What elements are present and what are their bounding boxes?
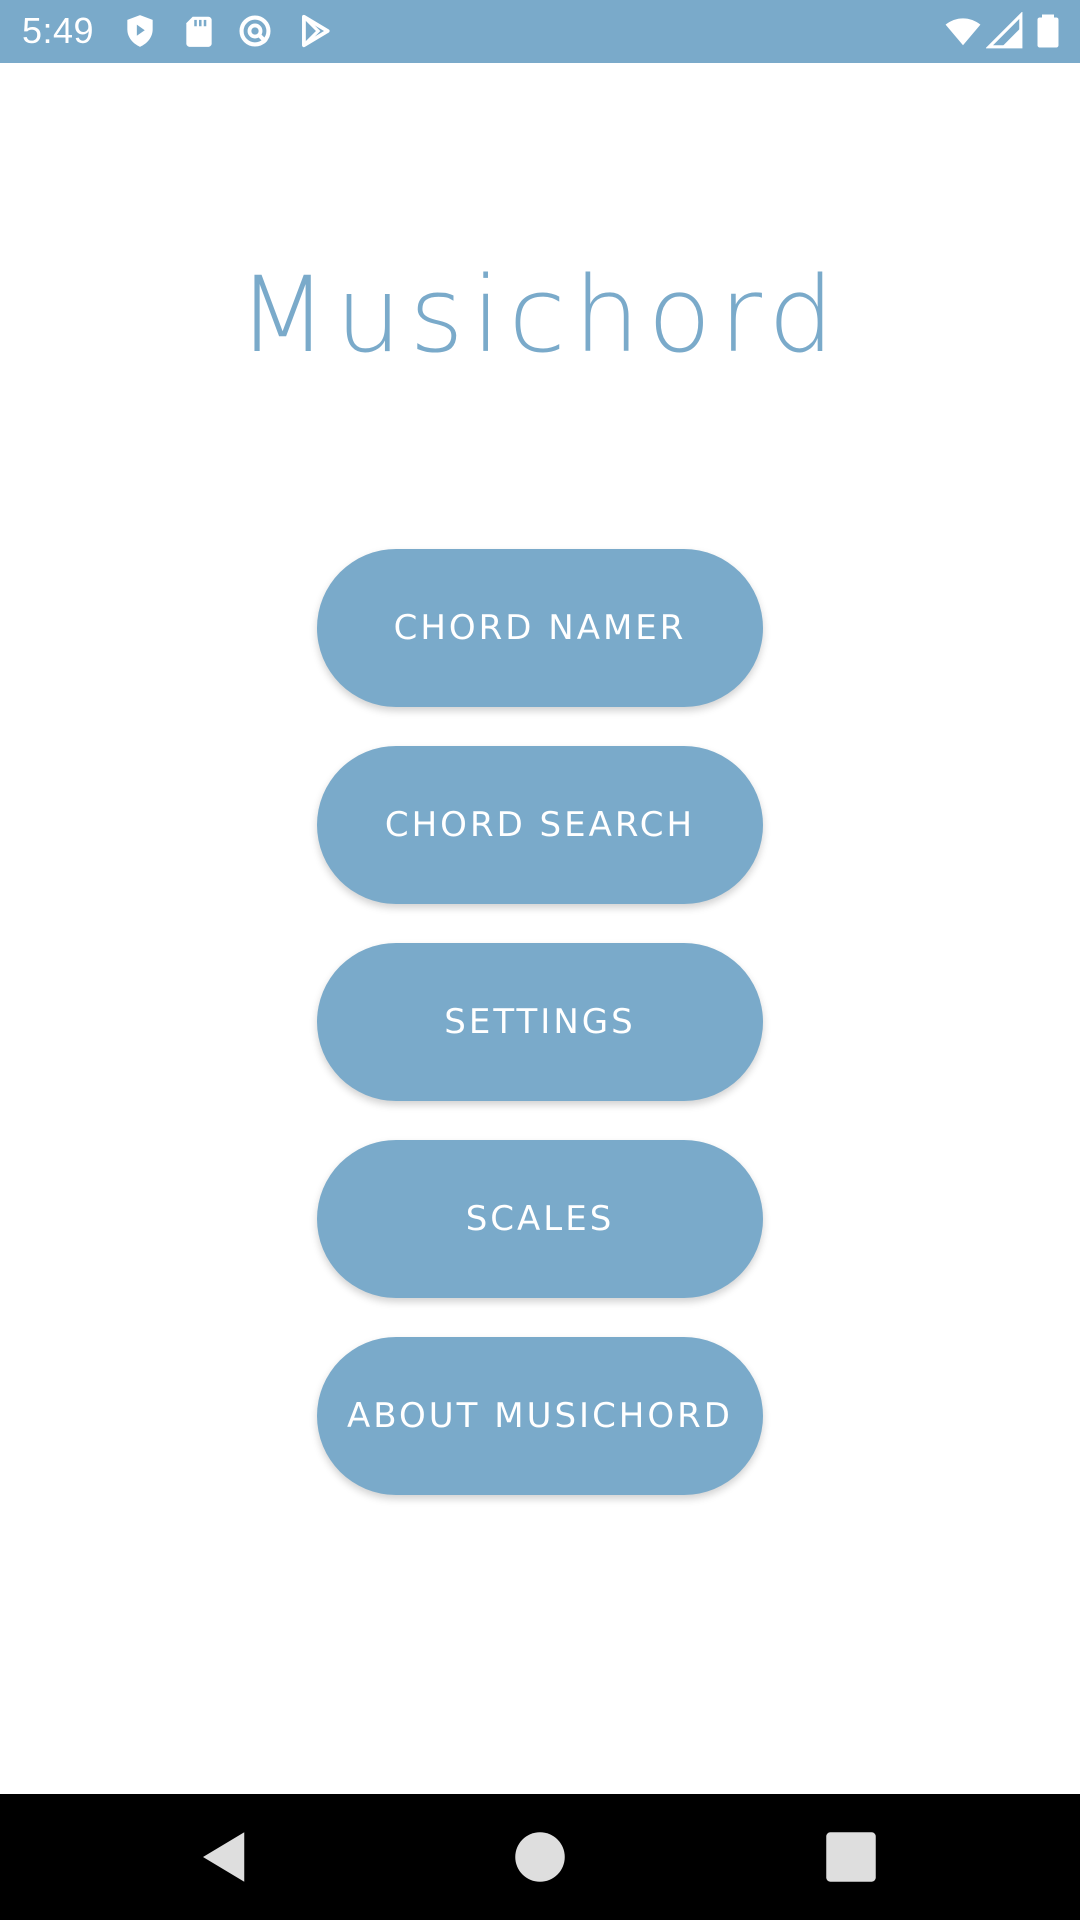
scales-button[interactable]: SCALES [317,1140,763,1298]
status-bar: 5:49 [0,0,1080,63]
navigation-bar [0,1794,1080,1920]
about-musichord-button[interactable]: ABOUT MUSICHORD [317,1337,763,1495]
shield-icon [121,12,159,50]
play-store-icon [296,12,334,50]
main-menu: CHORD NAMER CHORD SEARCH SETTINGS SCALES… [317,549,763,1534]
chord-namer-button[interactable]: CHORD NAMER [317,549,763,707]
app-title: Musichord [237,254,843,376]
home-icon[interactable] [507,1824,573,1890]
recents-icon[interactable] [818,1824,884,1890]
wifi-icon [943,12,983,50]
sync-icon [236,12,274,50]
chord-search-button[interactable]: CHORD SEARCH [317,746,763,904]
sd-card-icon [180,12,218,50]
back-icon[interactable] [192,1824,258,1890]
battery-icon [1030,12,1066,50]
status-time: 5:49 [22,10,95,51]
settings-button[interactable]: SETTINGS [317,943,763,1101]
cell-signal-icon [986,12,1024,50]
